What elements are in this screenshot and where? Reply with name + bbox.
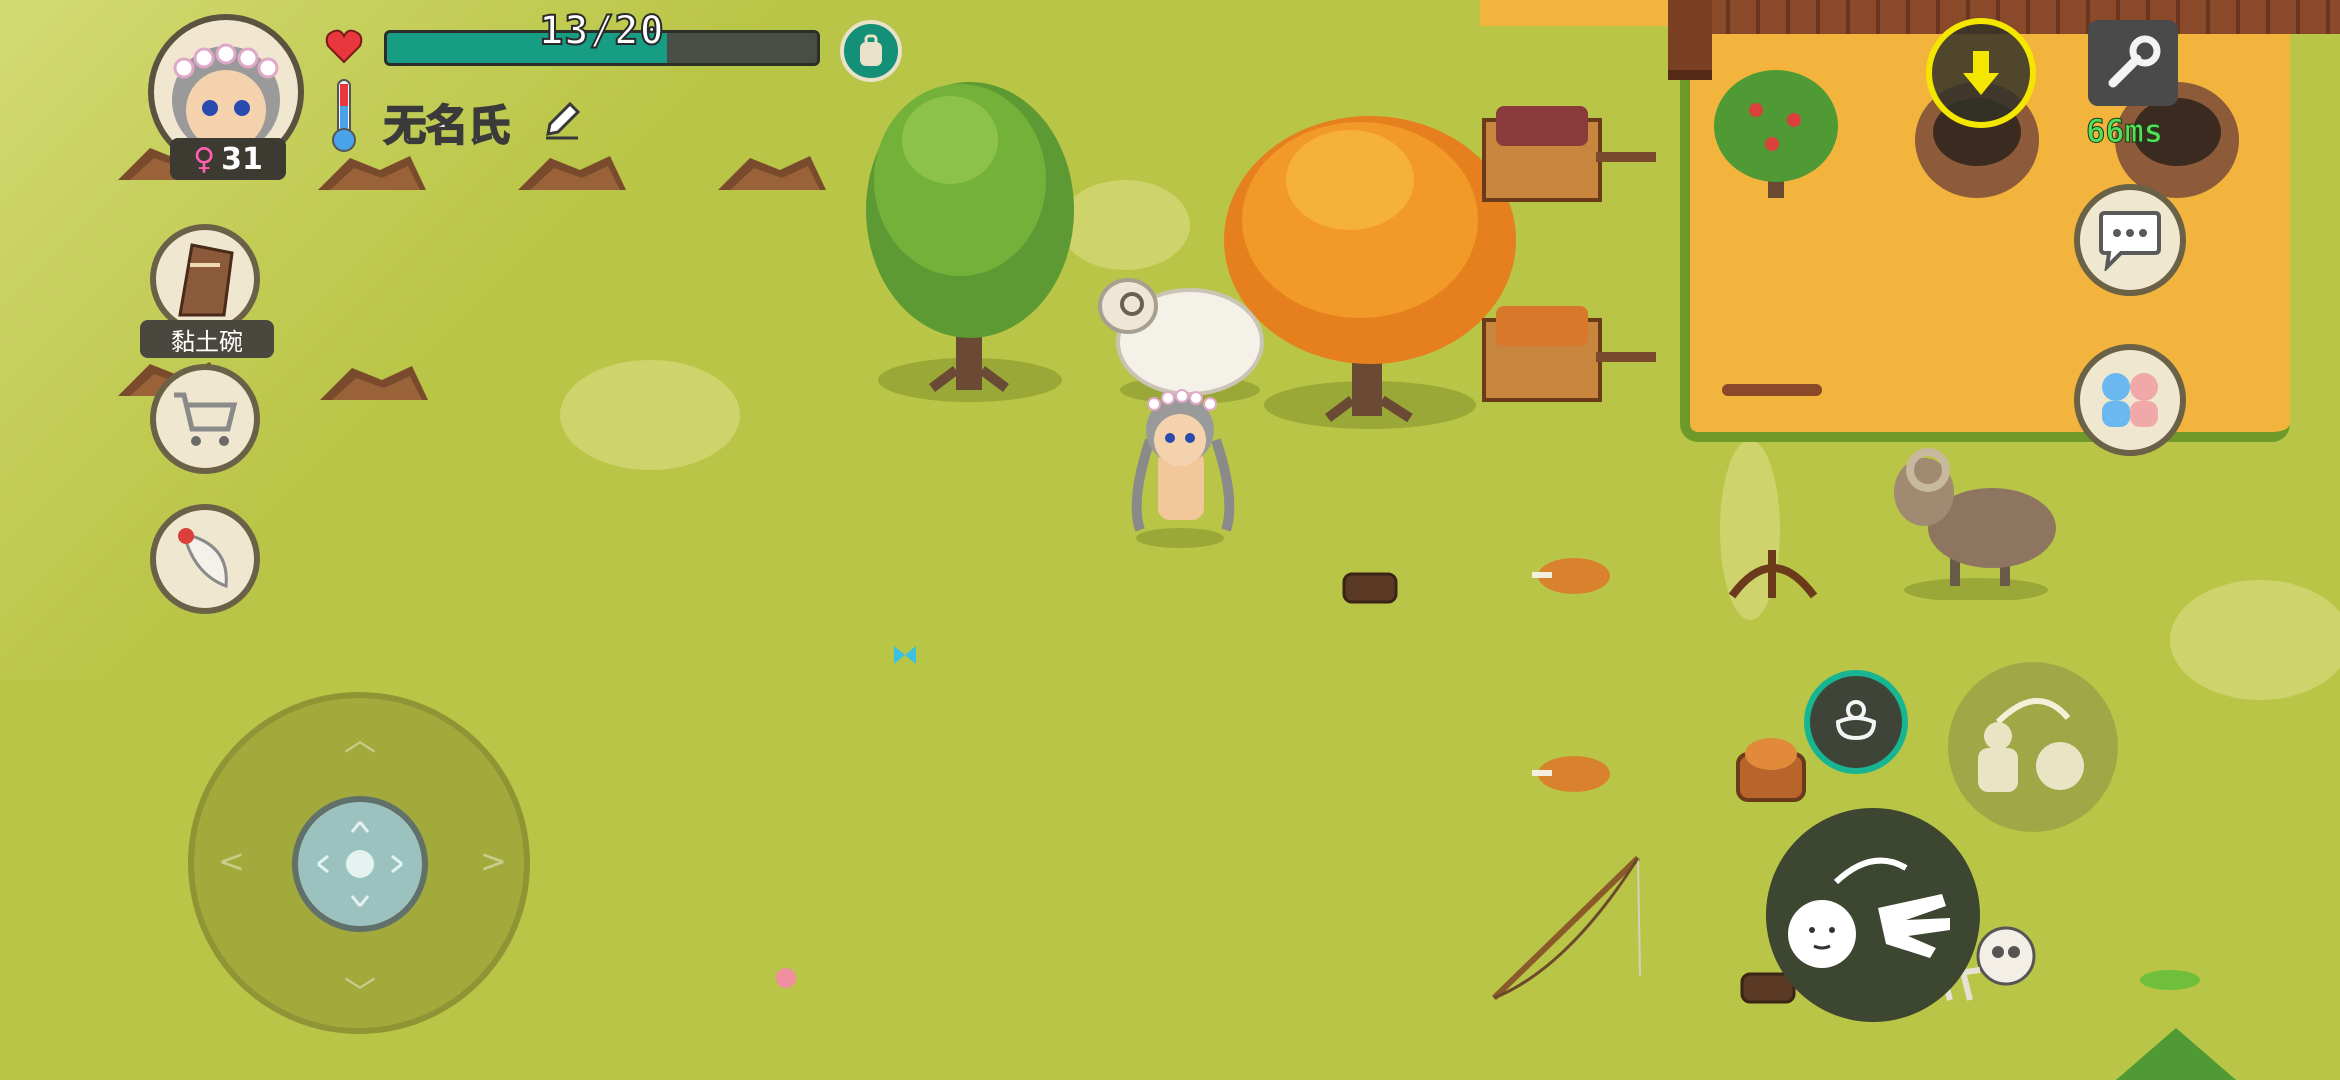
bread-basket[interactable] [1734, 734, 1808, 804]
grab-hand-icon [1788, 857, 1950, 968]
two-people-icon [2102, 373, 2158, 427]
heart-icon [325, 29, 363, 64]
backpack-button[interactable] [840, 20, 902, 82]
green-tree[interactable] [860, 70, 1080, 410]
player-name: 无名氏 [383, 100, 511, 151]
dry-grass-patch [560, 360, 740, 470]
green-caterpillar[interactable] [2136, 964, 2206, 994]
dirt-mound [320, 366, 428, 400]
held-item-label: 黏土碗 [140, 320, 274, 358]
player-character[interactable] [1120, 380, 1250, 550]
female-symbol: ♀ [193, 141, 216, 177]
joystick-knob[interactable] [292, 796, 428, 932]
shopping-cart-icon [174, 392, 238, 446]
shop-button[interactable] [150, 364, 260, 474]
joystick-left-arrow: < [218, 842, 245, 880]
farm-log [1722, 384, 1822, 396]
brown-ram[interactable] [1880, 430, 2060, 600]
direction-pad-icon [317, 821, 403, 907]
joystick-up-arrow: ︿ [344, 720, 377, 758]
joystick-right-arrow: > [480, 842, 507, 880]
health-value: 13/20 [538, 7, 665, 55]
settings-button[interactable] [2088, 20, 2178, 106]
game-world[interactable]: ♀ 31 13/20 无名氏 黏土碗 ︿ ﹀ < > 66ms [0, 0, 2340, 1080]
dirt-mound [518, 156, 626, 190]
roast-meat[interactable] [1526, 748, 1616, 798]
dirt-mound [318, 156, 426, 190]
chat-button[interactable] [2074, 184, 2186, 296]
swap-button[interactable] [1948, 662, 2118, 832]
ping-indicator: 66ms [2085, 112, 2164, 151]
roast-meat[interactable] [1526, 550, 1616, 600]
farm-edge [1480, 0, 1680, 26]
joystick-down-arrow: ﹀ [344, 974, 377, 1012]
feather-button[interactable] [150, 504, 260, 614]
swap-hands-icon [1978, 698, 2084, 792]
interact-button[interactable] [1766, 808, 1980, 1022]
wrench-icon [2108, 35, 2161, 88]
clay-bowl-icon [178, 243, 234, 317]
thermometer-icon [332, 79, 356, 152]
age-value: 31 [221, 141, 263, 177]
wooden-snare[interactable] [1726, 540, 1820, 604]
down-arrow-icon [1963, 51, 1999, 95]
blue-butterfly[interactable] [890, 640, 920, 670]
fishing-rod[interactable] [1488, 848, 1658, 1008]
social-button[interactable] [2074, 344, 2186, 456]
age-badge: ♀ 31 [170, 138, 286, 180]
clay-bowl[interactable] [1340, 568, 1400, 608]
crate-with-food[interactable] [1480, 100, 1660, 210]
fruit-sapling[interactable] [1706, 64, 1846, 204]
dry-grass-patch [2170, 580, 2340, 700]
small-bush [2116, 1028, 2236, 1080]
pencil-icon[interactable] [540, 98, 584, 142]
pacifier-icon [1835, 700, 1877, 741]
backpack-icon [860, 34, 882, 66]
held-item-button[interactable] [150, 224, 260, 334]
dirt-mound [718, 156, 826, 190]
chat-bubble-icon [2099, 211, 2161, 271]
crate-with-bread[interactable] [1480, 300, 1660, 410]
baby-action-button[interactable] [1804, 670, 1908, 774]
home-marker-button[interactable] [1926, 18, 2036, 128]
feather-icon [178, 528, 228, 589]
pink-flower [776, 968, 796, 988]
